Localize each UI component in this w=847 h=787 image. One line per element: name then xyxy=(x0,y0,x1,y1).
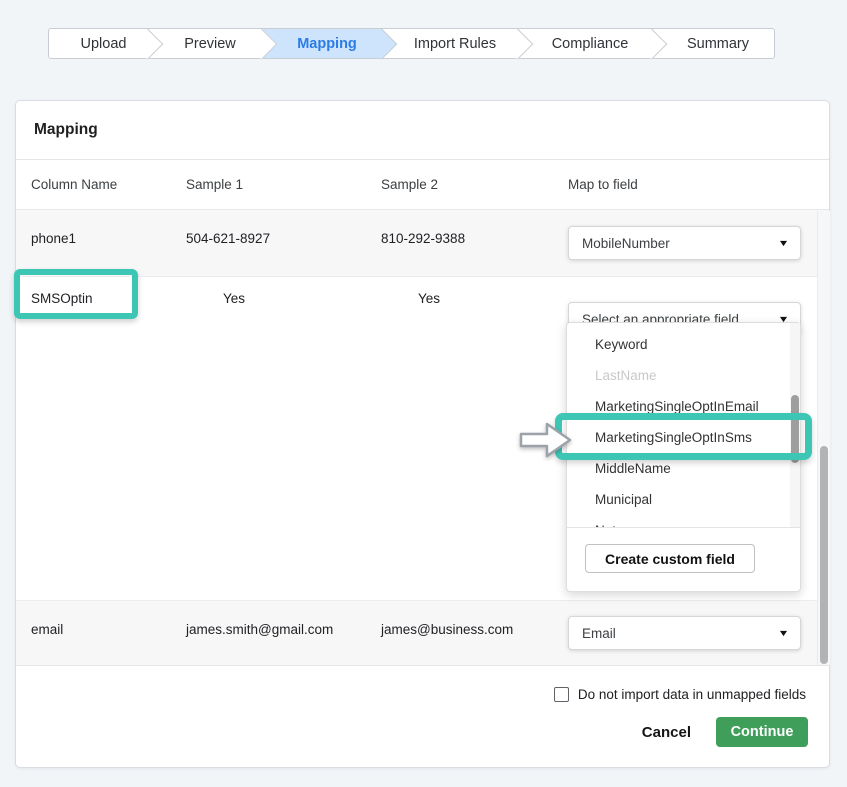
panel-scrollbar-track[interactable] xyxy=(817,211,830,665)
chevron-down-icon: ▼ xyxy=(778,238,790,248)
map-to-field-select[interactable]: Email ▼ xyxy=(568,616,801,650)
cell-sample1: Yes xyxy=(186,277,381,600)
select-value: MobileNumber xyxy=(582,236,670,251)
step-preview[interactable]: Preview xyxy=(148,28,262,59)
option-lastname: LastName xyxy=(567,360,800,391)
create-custom-field-area: Create custom field xyxy=(567,528,800,573)
step-label: Import Rules xyxy=(404,36,496,52)
cell-column-name: email xyxy=(16,601,186,665)
option-keyword[interactable]: Keyword xyxy=(567,329,800,360)
cell-sample2: james@business.com xyxy=(381,601,568,665)
panel-scrollbar-thumb[interactable] xyxy=(820,446,828,664)
dropdown-scrollbar-track[interactable] xyxy=(790,323,800,528)
table-row: email james.smith@gmail.com james@busine… xyxy=(16,600,829,665)
map-to-field-select[interactable]: MobileNumber ▼ xyxy=(568,226,801,260)
step-mapping[interactable]: Mapping xyxy=(262,28,382,59)
cell-column-name: SMSOptin xyxy=(16,277,186,600)
chevron-down-icon: ▼ xyxy=(778,628,790,638)
continue-button[interactable]: Continue xyxy=(716,717,808,747)
step-import-rules[interactable]: Import Rules xyxy=(382,28,518,59)
field-options-popup: Keyword LastName MarketingSingleOptInEma… xyxy=(566,322,801,592)
cell-sample2: 810-292-9388 xyxy=(381,210,568,276)
unmapped-fields-checkbox[interactable] xyxy=(554,687,569,702)
option-marketingsingleoptinemail[interactable]: MarketingSingleOptInEmail xyxy=(567,391,800,422)
field-options-list: Keyword LastName MarketingSingleOptInEma… xyxy=(567,323,800,528)
cell-sample1: james.smith@gmail.com xyxy=(186,601,381,665)
column-header-column-name: Column Name xyxy=(16,177,186,192)
step-label: Upload xyxy=(71,36,127,52)
cursor-arrow-icon xyxy=(518,419,574,461)
page-title: Mapping xyxy=(16,101,829,160)
table-header-row: Column Name Sample 1 Sample 2 Map to fie… xyxy=(16,160,829,210)
wizard-stepper: Upload Preview Mapping Import Rules Comp… xyxy=(48,28,775,59)
step-summary[interactable]: Summary xyxy=(652,28,775,59)
table-row: phone1 504-621-8927 810-292-9388 MobileN… xyxy=(16,210,829,276)
cell-sample1: 504-621-8927 xyxy=(186,210,381,276)
step-compliance[interactable]: Compliance xyxy=(518,28,652,59)
step-label: Summary xyxy=(677,36,749,52)
checkbox-label: Do not import data in unmapped fields xyxy=(578,687,806,702)
option-note[interactable]: Note xyxy=(567,515,800,528)
select-value: Email xyxy=(582,626,616,641)
option-municipal[interactable]: Municipal xyxy=(567,484,800,515)
dropdown-scrollbar-thumb[interactable] xyxy=(791,395,799,463)
step-label: Preview xyxy=(174,36,236,52)
panel-footer: Do not import data in unmapped fields Ca… xyxy=(16,665,829,767)
cell-column-name: phone1 xyxy=(16,210,186,276)
table-row: SMSOptin Yes Yes Select an appropriate f… xyxy=(16,276,829,600)
column-header-map-to-field: Map to field xyxy=(568,177,829,192)
step-label: Compliance xyxy=(542,36,629,52)
step-upload[interactable]: Upload xyxy=(48,28,148,59)
cancel-button[interactable]: Cancel xyxy=(642,724,691,741)
create-custom-field-button[interactable]: Create custom field xyxy=(585,544,755,573)
column-header-sample2: Sample 2 xyxy=(381,177,568,192)
step-label: Mapping xyxy=(287,36,357,52)
mapping-panel: Mapping Column Name Sample 1 Sample 2 Ma… xyxy=(15,100,830,768)
option-middlename[interactable]: MiddleName xyxy=(567,453,800,484)
option-marketingsingleoptinsms[interactable]: MarketingSingleOptInSms xyxy=(567,422,800,453)
column-header-sample1: Sample 1 xyxy=(186,177,381,192)
